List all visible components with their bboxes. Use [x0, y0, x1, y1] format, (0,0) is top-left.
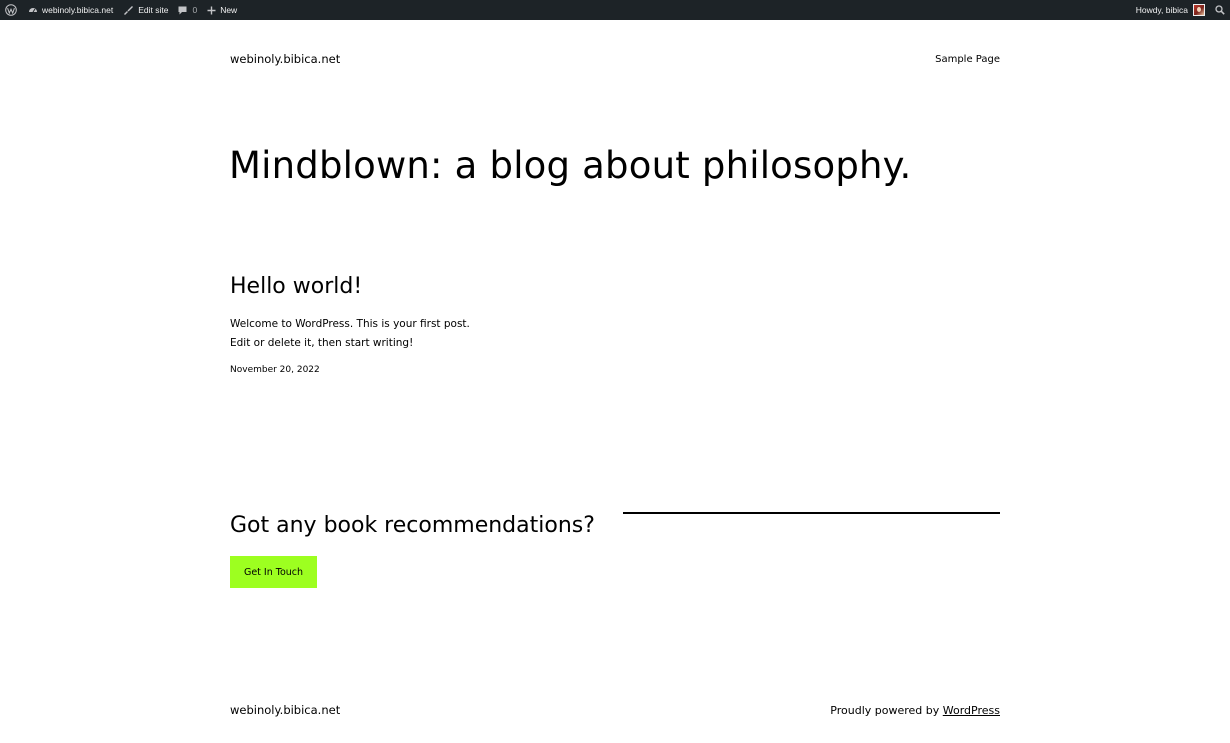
admin-bar-left: webinoly.bibica.net Edit site 0 New	[0, 0, 242, 20]
howdy-label: Howdy, bibica	[1135, 5, 1188, 15]
admin-bar-right: Howdy, bibica	[1131, 0, 1230, 20]
separator	[623, 512, 1000, 514]
cta-heading: Got any book recommendations?	[230, 513, 595, 538]
avatar	[1193, 4, 1205, 16]
new-label: New	[220, 5, 238, 15]
site-title-link[interactable]: webinoly.bibica.net	[230, 52, 340, 66]
comments-button[interactable]: 0	[173, 0, 202, 20]
wordpress-logo-icon[interactable]	[0, 0, 23, 20]
post-title-link[interactable]: Hello world!	[230, 274, 362, 299]
post-excerpt: Welcome to WordPress. This is your first…	[230, 318, 470, 349]
get-in-touch-button[interactable]: Get In Touch	[230, 556, 317, 588]
new-content-button[interactable]: New	[202, 0, 242, 20]
admin-bar: webinoly.bibica.net Edit site 0 New Howd…	[0, 0, 1230, 20]
footer-credit: Proudly powered by WordPress	[830, 704, 1000, 717]
search-icon[interactable]	[1210, 0, 1230, 20]
my-account-menu[interactable]: Howdy, bibica	[1131, 0, 1210, 20]
plus-icon	[207, 6, 216, 15]
admin-bar-site-name: webinoly.bibica.net	[42, 5, 114, 15]
footer-site-title[interactable]: webinoly.bibica.net	[230, 703, 340, 717]
wordpress-link[interactable]: WordPress	[943, 704, 1000, 717]
dashboard-icon	[28, 5, 38, 15]
edit-brush-icon	[123, 5, 134, 15]
edit-site-button[interactable]: Edit site	[118, 0, 173, 20]
admin-bar-site-link[interactable]: webinoly.bibica.net	[23, 0, 118, 20]
nav-sample-page[interactable]: Sample Page	[935, 54, 1000, 65]
post-date: November 20, 2022	[230, 365, 320, 375]
page-title: Mindblown: a blog about philosophy.	[229, 144, 912, 187]
edit-site-label: Edit site	[138, 5, 169, 15]
comment-bubble-icon	[178, 6, 187, 15]
comments-count: 0	[192, 5, 198, 15]
footer-credit-prefix: Proudly powered by	[830, 704, 940, 717]
